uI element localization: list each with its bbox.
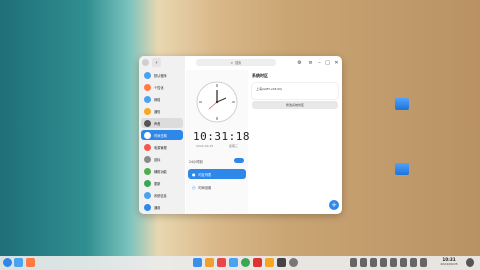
power-button-icon[interactable] [466, 258, 474, 267]
change-timezone-button[interactable]: 修改系统时区 [252, 101, 338, 109]
battery-tray-icon[interactable] [400, 258, 407, 267]
terminal-icon[interactable] [277, 258, 286, 267]
volume-tray-icon[interactable] [390, 258, 397, 267]
time-settings-icon: ◷ [192, 184, 196, 190]
search-icon: ⌕ [230, 60, 233, 65]
sidebar-item-label: 更新 [154, 181, 161, 186]
input-method-icon[interactable] [410, 258, 417, 267]
format-label: 24小时制 [189, 160, 203, 164]
chrome-icon[interactable] [241, 258, 250, 267]
timezone-item-label: 上海(GMT+08:00) [256, 87, 283, 91]
sidebar-item-label: 声音 [154, 121, 161, 126]
calendar-icon[interactable] [253, 258, 262, 267]
sidebar-item-label: 系统信息 [154, 193, 167, 198]
timezone-title: 系统时区 [252, 73, 268, 78]
clock-pane: 10:31:18 2024-09-25 星期三 24小时制 ● 时区列表 ◷ 时… [186, 70, 250, 214]
multitask-icon[interactable] [14, 258, 23, 267]
world-clock-label: 时区列表 [198, 172, 212, 177]
launcher-icon[interactable] [3, 258, 12, 267]
desktop-folder-icon-1[interactable] [395, 98, 409, 110]
timezone-panel: 系统时区 上海(GMT+08:00) 修改系统时区 + [250, 70, 342, 214]
settings-menu-icon[interactable]: ⚙ [295, 58, 304, 67]
sound-icon [144, 119, 151, 127]
clock-icon [144, 131, 151, 139]
sidebar-item-notification[interactable]: 通知 [141, 106, 183, 116]
maximize-icon[interactable]: □ [323, 58, 332, 67]
time-settings-item[interactable]: ◷ 时间设置 [188, 182, 246, 192]
general-icon [144, 203, 151, 211]
sidebar: ‹ 默认程序 个性化 网络 通知 声音 时间日期 电源管理 鼠标 辅助功能 更新… [139, 56, 185, 214]
browser-icon[interactable] [229, 258, 238, 267]
network-tray-icon[interactable] [380, 258, 387, 267]
settings-icon[interactable] [289, 258, 298, 267]
network-icon [144, 95, 151, 103]
settings-window: ‹ 默认程序 个性化 网络 通知 声音 时间日期 电源管理 鼠标 辅助功能 更新… [139, 56, 342, 214]
sidebar-item-datetime[interactable]: 时间日期 [141, 130, 183, 140]
sidebar-item-network[interactable]: 网络 [141, 94, 183, 104]
tray-icon-2[interactable] [360, 258, 367, 267]
change-timezone-label: 修改系统时区 [285, 103, 304, 107]
sidebar-item-default-apps[interactable]: 默认程序 [141, 70, 183, 80]
weekday-label: 星期三 [229, 144, 239, 148]
search-input[interactable]: 搜索 [235, 60, 241, 65]
sidebar-item-label: 鼠标 [154, 157, 161, 162]
desktop-folder-icon-2[interactable] [395, 163, 409, 175]
update-icon [144, 179, 151, 187]
menu-icon[interactable]: ≡ [306, 58, 315, 67]
notification-icon [144, 107, 151, 115]
taskbar-date: 2024/09/25 [440, 262, 458, 266]
format-toggle[interactable] [234, 158, 244, 163]
search-box[interactable]: ⌕ 搜索 [196, 59, 276, 66]
digital-time: 10:31:18 [193, 130, 250, 143]
app-icon[interactable] [26, 258, 35, 267]
app-store-icon[interactable] [205, 258, 214, 267]
sidebar-item-power[interactable]: 电源管理 [141, 142, 183, 152]
mouse-icon [144, 155, 151, 163]
sidebar-item-label: 辅助功能 [154, 169, 167, 174]
sidebar-item-label: 时间日期 [154, 133, 167, 138]
info-icon [144, 191, 151, 199]
personalization-icon [144, 83, 151, 91]
title-bar: ⌕ 搜索 ⚙ ≡ – □ ✕ [139, 56, 342, 70]
sidebar-item-label: 电源管理 [154, 145, 167, 150]
sidebar-item-label: 默认程序 [154, 73, 167, 78]
sidebar-item-label: 通用 [154, 205, 161, 210]
sidebar-item-accessibility[interactable]: 辅助功能 [141, 166, 183, 176]
taskbar: 10:31 2024/09/25 [0, 256, 480, 270]
sidebar-item-label: 通知 [154, 109, 161, 114]
add-timezone-button[interactable]: + [329, 200, 339, 210]
tray-icon-1[interactable] [350, 258, 357, 267]
sidebar-item-system-info[interactable]: 系统信息 [141, 190, 183, 200]
timezone-item[interactable]: 上海(GMT+08:00) [252, 83, 338, 99]
music-icon[interactable] [217, 258, 226, 267]
sidebar-item-personalization[interactable]: 个性化 [141, 82, 183, 92]
sidebar-item-update[interactable]: 更新 [141, 178, 183, 188]
image-viewer-icon[interactable] [265, 258, 274, 267]
power-icon [144, 143, 151, 151]
file-manager-icon[interactable] [193, 258, 202, 267]
close-icon[interactable]: ✕ [332, 58, 341, 67]
location-icon: ● [192, 171, 196, 177]
tray-icon-3[interactable] [370, 258, 377, 267]
sidebar-item-mouse[interactable]: 鼠标 [141, 154, 183, 164]
taskbar-clock[interactable]: 10:31 2024/09/25 [437, 257, 461, 266]
world-clock-item[interactable]: ● 时区列表 [188, 169, 246, 179]
accessibility-icon [144, 167, 151, 175]
sidebar-item-label: 网络 [154, 97, 161, 102]
date-label: 2024-09-25 [196, 144, 214, 148]
sidebar-item-label: 个性化 [154, 85, 164, 90]
default-apps-icon [144, 71, 151, 79]
time-settings-label: 时间设置 [198, 185, 212, 190]
sidebar-item-sound[interactable]: 声音 [141, 118, 183, 128]
analog-clock [196, 81, 238, 123]
sidebar-item-general[interactable]: 通用 [141, 202, 183, 212]
notification-tray-icon[interactable] [420, 258, 427, 267]
